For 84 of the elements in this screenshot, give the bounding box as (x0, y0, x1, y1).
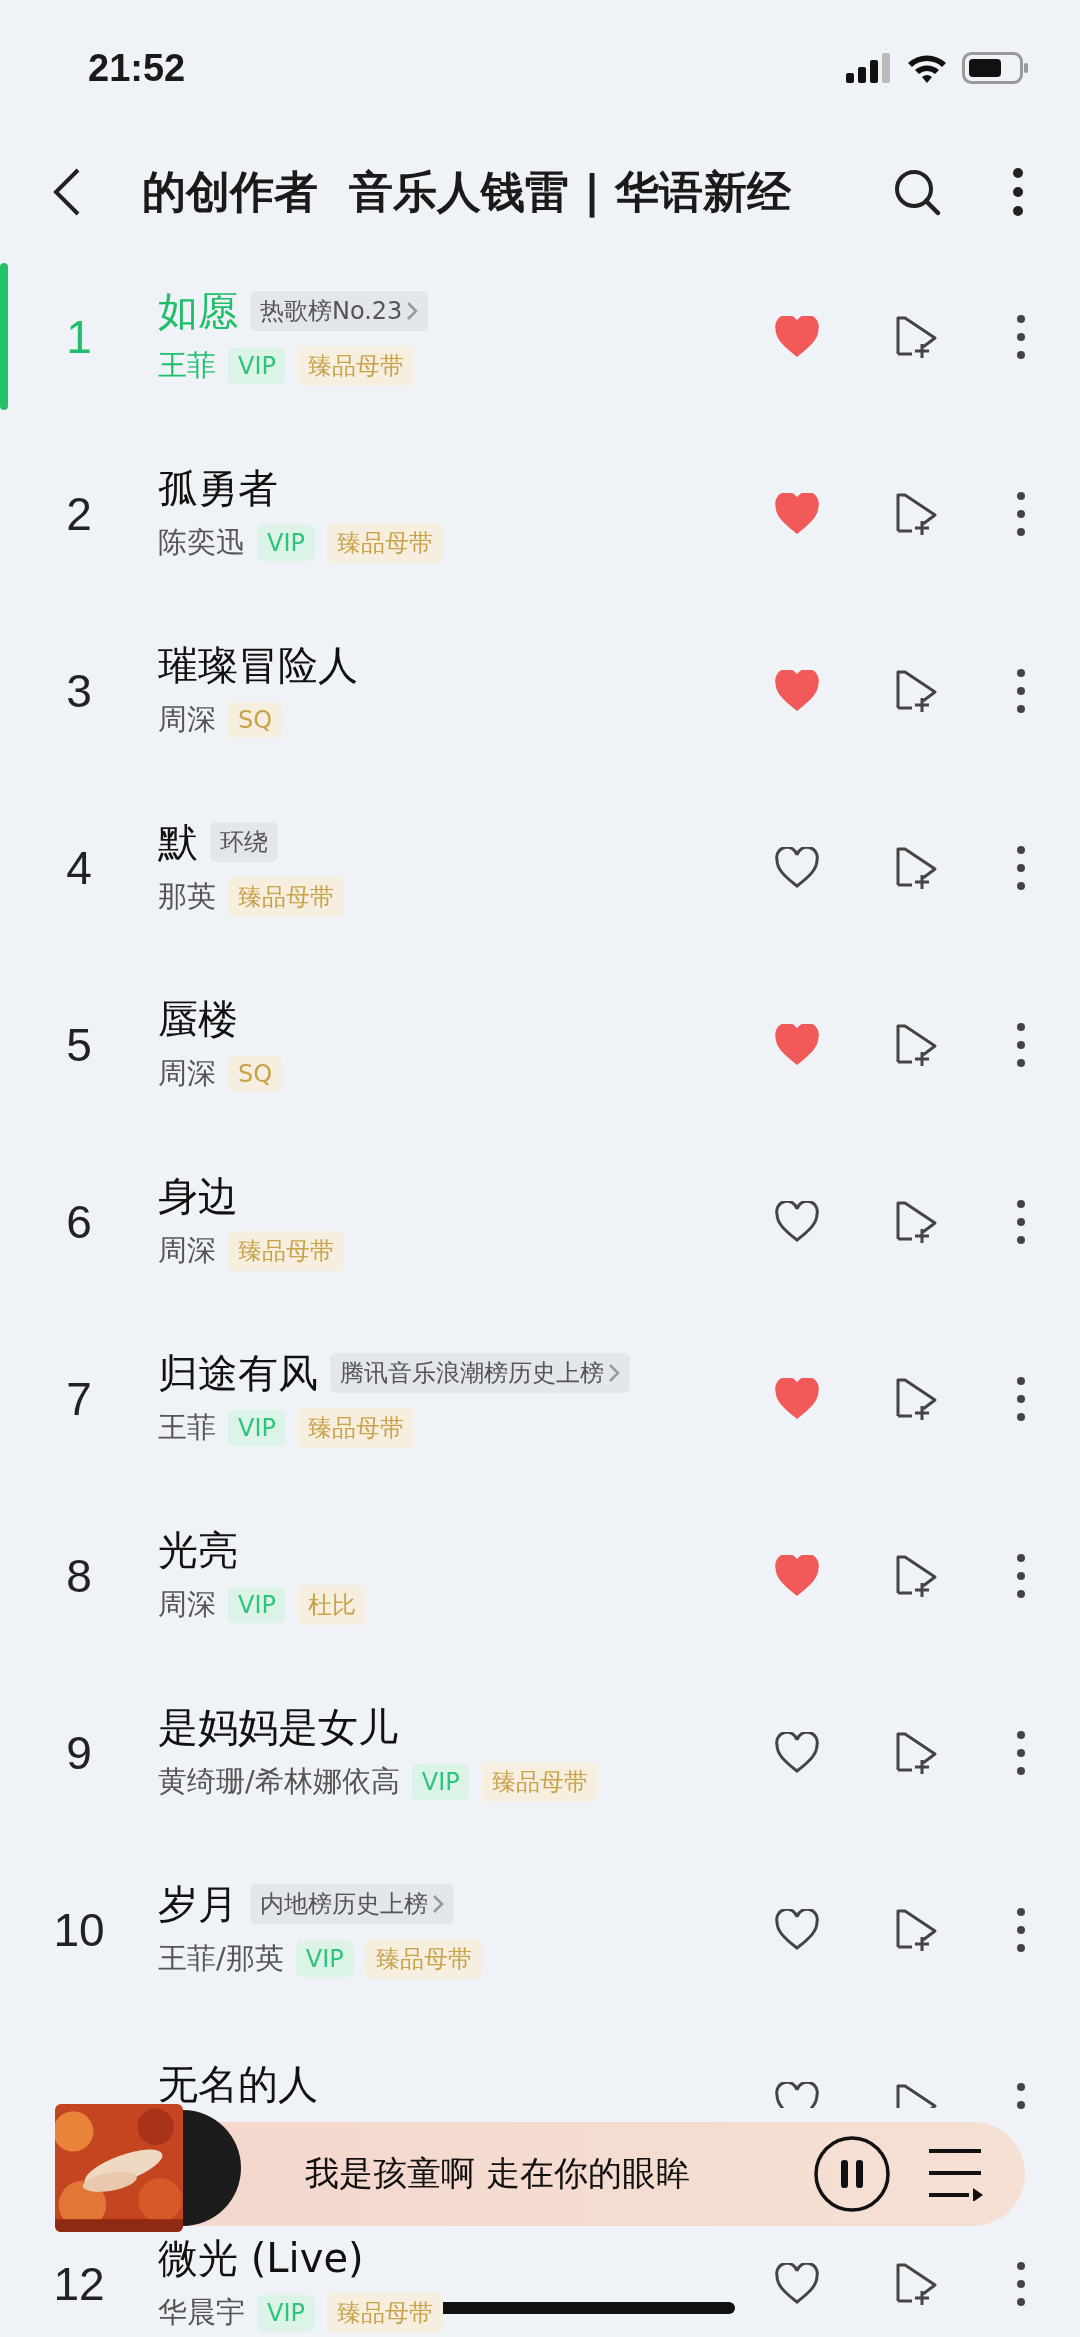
track-number: 7 (66, 1372, 92, 1425)
quality-badge: 杜比 (297, 1584, 366, 1625)
quality-badge: SQ (228, 1055, 283, 1092)
track-number: 12 (53, 2257, 105, 2310)
more-icon[interactable] (1016, 1729, 1026, 1776)
artist-name: 那英 (158, 877, 216, 915)
track-number: 5 (66, 1018, 92, 1071)
artist-name: 周深 (158, 1585, 216, 1623)
track-number: 4 (66, 841, 92, 894)
song-title[interactable]: 蜃楼 (158, 995, 238, 1042)
more-icon[interactable] (1016, 1021, 1026, 1068)
song-title[interactable]: 默 (158, 818, 198, 865)
tag-label: 环绕 (210, 821, 278, 862)
artist-name: 黄绮珊/希林娜依高 (158, 1762, 400, 1800)
quality-badge: 臻品母带 (326, 2292, 443, 2333)
back-icon[interactable] (52, 167, 82, 217)
heart-icon[interactable] (774, 2082, 820, 2108)
artist-name: 周深 (158, 700, 216, 738)
quality-badge: 臻品母带 (297, 1407, 414, 1448)
chart-badge[interactable]: 热歌榜No.23 (250, 290, 429, 331)
artist-name: 王菲 (158, 1408, 216, 1446)
more-icon[interactable] (1016, 2260, 1026, 2307)
track-number: 6 (66, 1195, 92, 1248)
quality-badge: 臻品母带 (326, 522, 443, 563)
chart-badge[interactable]: 腾讯音乐浪潮榜历史上榜 (330, 1352, 630, 1393)
artist-name: 王菲/那英 (158, 1939, 284, 1977)
more-icon[interactable] (1016, 490, 1026, 537)
vip-badge: VIP (257, 524, 315, 561)
more-icon[interactable] (1016, 1375, 1026, 1422)
signal-icon (846, 53, 892, 83)
vip-badge: VIP (411, 1763, 470, 1800)
add-to-playlist-icon[interactable] (894, 2082, 938, 2108)
track-number: 9 (66, 1726, 92, 1779)
search-icon[interactable] (892, 167, 942, 217)
more-icon[interactable] (1016, 1552, 1026, 1599)
more-icon[interactable] (1016, 313, 1026, 360)
heart-icon[interactable] (774, 846, 820, 889)
page-title: 的创作者 音乐人钱雷 | 华语新经 (142, 164, 793, 220)
more-icon[interactable] (1016, 844, 1026, 891)
vip-badge: VIP (228, 1409, 286, 1446)
more-icon[interactable] (1012, 167, 1024, 217)
playlist-icon[interactable] (927, 2147, 985, 2201)
track-number: 8 (66, 1549, 92, 1602)
track-number: 2 (66, 487, 92, 540)
battery-icon (962, 52, 1028, 84)
vip-badge: VIP (257, 2294, 315, 2331)
more-icon[interactable] (1016, 1906, 1026, 1953)
quality-badge: 臻品母带 (365, 1938, 482, 1979)
quality-badge: SQ (228, 701, 283, 738)
heart-icon[interactable] (774, 1908, 820, 1951)
more-icon[interactable] (1016, 2082, 1026, 2110)
heart-icon[interactable] (774, 2262, 820, 2305)
pause-icon[interactable] (813, 2135, 891, 2213)
lyric-text: 我是孩童啊 走在你的眼眸 (305, 2152, 691, 2195)
song-title[interactable]: 无名的人 (158, 2060, 318, 2107)
more-icon[interactable] (1016, 1198, 1026, 1245)
song-title[interactable]: 岁月 (158, 1880, 238, 1927)
artist-name: 陈奕迅 (158, 523, 245, 561)
more-icon[interactable] (1016, 667, 1026, 714)
track-number: 1 (66, 310, 92, 363)
artist-name: 周深 (158, 1231, 216, 1269)
song-title[interactable]: 是妈妈是女儿 (158, 1703, 398, 1750)
song-title[interactable]: 微光 (Live) (158, 2234, 364, 2281)
status-time: 21:52 (88, 46, 186, 90)
song-title[interactable]: 孤勇者 (158, 464, 278, 511)
track-number: 3 (66, 664, 92, 717)
vip-badge: VIP (228, 347, 286, 384)
vip-badge: VIP (295, 1940, 354, 1977)
heart-icon[interactable] (774, 1200, 820, 1243)
quality-badge: 臻品母带 (297, 345, 414, 386)
quality-badge: 臻品母带 (481, 1761, 598, 1802)
quality-badge: 臻品母带 (228, 1230, 344, 1271)
song-title[interactable]: 归途有风 (158, 1349, 318, 1396)
chart-badge[interactable]: 内地榜历史上榜 (250, 1883, 454, 1924)
song-title[interactable]: 身边 (158, 1172, 238, 1219)
song-title[interactable]: 光亮 (158, 1526, 238, 1573)
vip-badge: VIP (228, 1586, 286, 1623)
artist-name: 华晨宇 (158, 2293, 245, 2331)
track-number: 10 (53, 1903, 105, 1956)
quality-badge: 臻品母带 (228, 876, 344, 917)
heart-icon[interactable] (774, 1731, 820, 1774)
artist-name: 王菲 (158, 346, 216, 384)
song-title[interactable]: 璀璨冒险人 (158, 641, 358, 688)
artist-name: 周深 (158, 1054, 216, 1092)
